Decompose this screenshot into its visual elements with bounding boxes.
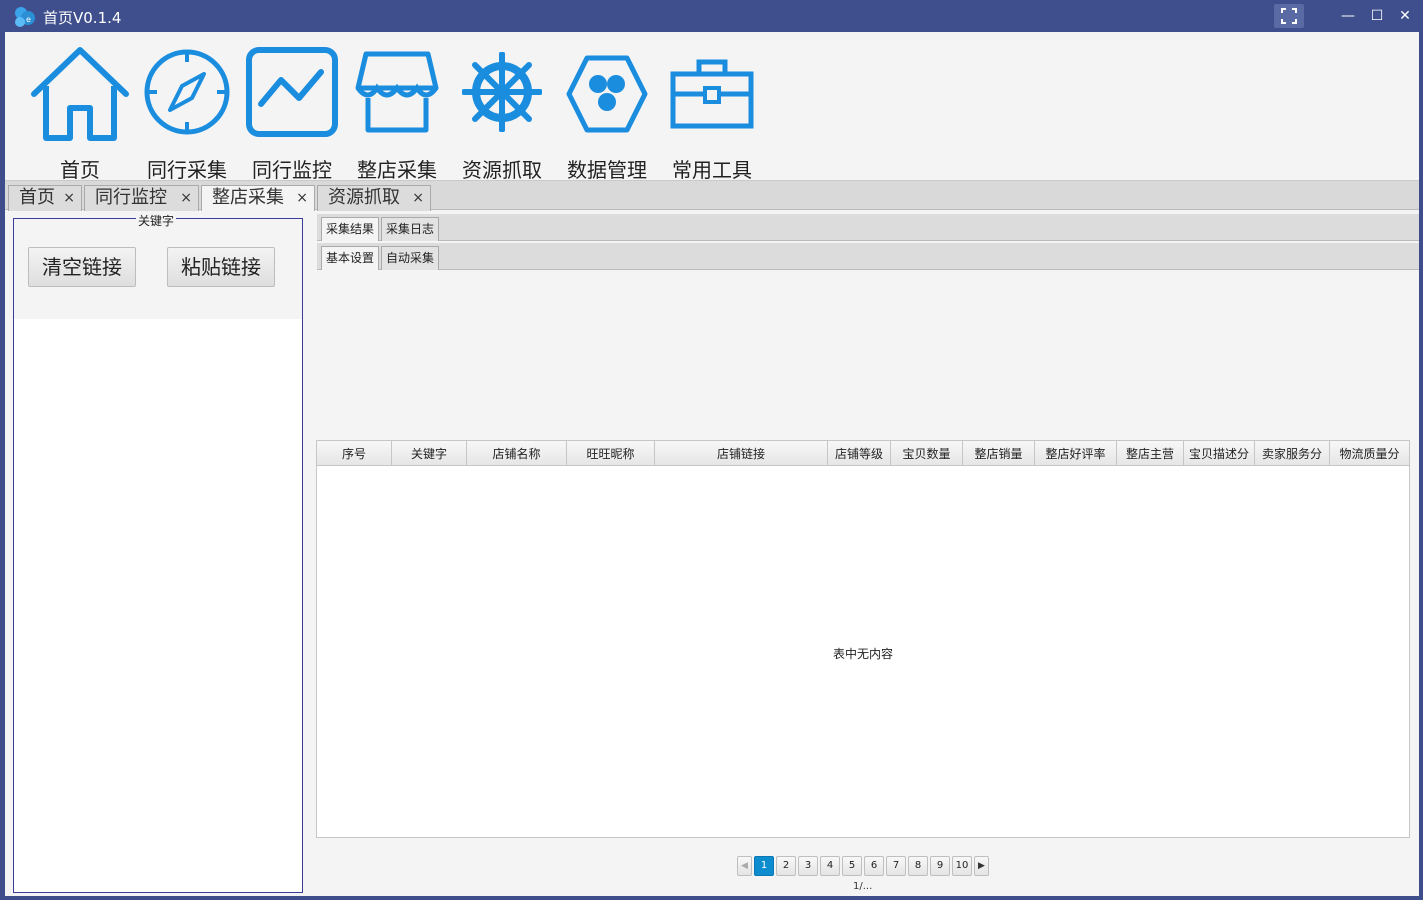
- tab-close-icon[interactable]: ×: [296, 186, 308, 210]
- toolbar-item-peer-monitor[interactable]: 同行监控: [240, 46, 344, 182]
- toolbar-item-shop-collect[interactable]: 整店采集: [345, 46, 449, 182]
- result-tab-bar: 采集结果 采集日志: [317, 214, 1419, 241]
- home-icon: [31, 47, 129, 141]
- tab-close-icon[interactable]: ×: [180, 186, 192, 210]
- page-button-8[interactable]: 8: [908, 856, 928, 876]
- prev-page-button[interactable]: ◀: [737, 856, 752, 876]
- tab-home[interactable]: 首页 ×: [8, 185, 82, 211]
- tab-basic-settings[interactable]: 基本设置: [321, 246, 380, 270]
- page-button-9[interactable]: 9: [930, 856, 950, 876]
- toolbar-item-label: 同行采集: [147, 158, 227, 182]
- toolbox-icon: [670, 59, 754, 129]
- svg-text:e: e: [26, 15, 31, 24]
- toolbar-item-label: 首页: [60, 158, 100, 182]
- chart-monitor-icon: [246, 47, 338, 137]
- column-header[interactable]: 店铺链接: [655, 441, 828, 465]
- page-button-10[interactable]: 10: [952, 856, 972, 876]
- tab-label: 同行监控: [95, 187, 167, 208]
- toolbar-item-home[interactable]: 首页: [28, 46, 132, 182]
- column-header[interactable]: 关键字: [392, 441, 467, 465]
- clear-links-button[interactable]: 清空链接: [28, 247, 136, 287]
- page-button-3[interactable]: 3: [798, 856, 818, 876]
- toolbar-item-label: 常用工具: [672, 158, 752, 182]
- page-button-7[interactable]: 7: [886, 856, 906, 876]
- tab-collect-log[interactable]: 采集日志: [381, 217, 440, 241]
- tab-label: 整店采集: [212, 187, 284, 208]
- app-logo-icon: e: [15, 7, 35, 27]
- toolbar-item-common-tools[interactable]: 常用工具: [660, 46, 764, 182]
- keyword-button-area: 清空链接 粘贴链接: [14, 219, 302, 319]
- keyword-panel: 清空链接 粘贴链接 关键字: [13, 212, 303, 893]
- title-bar: e 首页V0.1.4 — ☐ ✕: [0, 0, 1423, 32]
- page-button-5[interactable]: 5: [842, 856, 862, 876]
- tab-shop-collect[interactable]: 整店采集 ×: [201, 185, 315, 211]
- toolbar-item-label: 同行监控: [252, 158, 332, 182]
- tab-label: 资源抓取: [328, 187, 400, 208]
- close-button[interactable]: ✕: [1393, 4, 1417, 28]
- column-header[interactable]: 宝贝数量: [891, 441, 963, 465]
- minimize-button[interactable]: —: [1336, 4, 1360, 28]
- shop-icon: [355, 51, 439, 133]
- keyword-legend: 关键字: [136, 212, 177, 229]
- toolbar-item-label: 资源抓取: [462, 158, 542, 182]
- page-info: 1/...: [853, 881, 873, 892]
- column-header[interactable]: 店铺名称: [467, 441, 567, 465]
- toolbar-item-resource-grab[interactable]: 资源抓取: [450, 46, 554, 182]
- page-button-2[interactable]: 2: [776, 856, 796, 876]
- table-header: 序号 关键字 店铺名称 旺旺昵称 店铺链接 店铺等级 宝贝数量 整店销量 整店好…: [317, 441, 1409, 466]
- toolbar-item-data-manage[interactable]: 数据管理: [555, 46, 659, 182]
- tab-resource-grab[interactable]: 资源抓取 ×: [317, 185, 431, 211]
- column-header[interactable]: 序号: [317, 441, 392, 465]
- settings-tab-bar: 基本设置 自动采集: [317, 243, 1419, 270]
- ship-wheel-icon: [462, 52, 542, 132]
- compass-icon: [144, 49, 230, 135]
- maximize-button[interactable]: ☐: [1365, 4, 1389, 28]
- next-page-button[interactable]: ▶: [974, 856, 989, 876]
- toolbar-item-label: 数据管理: [567, 158, 647, 182]
- page-button-4[interactable]: 4: [820, 856, 840, 876]
- empty-table-message: 表中无内容: [832, 647, 893, 661]
- column-header[interactable]: 整店好评率: [1035, 441, 1117, 465]
- column-header[interactable]: 宝贝描述分: [1184, 441, 1255, 465]
- result-table: 序号 关键字 店铺名称 旺旺昵称 店铺链接 店铺等级 宝贝数量 整店销量 整店好…: [316, 440, 1410, 838]
- hexagon-icon: [566, 55, 648, 133]
- column-header[interactable]: 整店销量: [963, 441, 1035, 465]
- tab-close-icon[interactable]: ×: [412, 186, 424, 210]
- column-header[interactable]: 物流质量分: [1330, 441, 1409, 465]
- fullscreen-icon: [1281, 8, 1297, 24]
- window-title: 首页V0.1.4: [43, 9, 122, 27]
- toolbar-item-peer-collect[interactable]: 同行采集: [135, 46, 239, 182]
- page-button-1[interactable]: 1: [754, 856, 774, 876]
- column-header[interactable]: 整店主营: [1117, 441, 1184, 465]
- tab-close-icon[interactable]: ×: [63, 186, 75, 210]
- tab-auto-collect[interactable]: 自动采集: [381, 246, 440, 270]
- main-toolbar: 首页 同行采集 同行监控 整店采集 资源抓取 数据管理 常用工具: [5, 32, 1419, 182]
- fullscreen-button[interactable]: [1274, 4, 1304, 28]
- main-tab-bar: 首页 × 同行监控 × 整店采集 × 资源抓取 ×: [5, 180, 1419, 211]
- column-header[interactable]: 卖家服务分: [1255, 441, 1330, 465]
- tab-collect-result[interactable]: 采集结果: [321, 217, 380, 241]
- tab-peer-monitor[interactable]: 同行监控 ×: [84, 185, 199, 211]
- column-header[interactable]: 店铺等级: [828, 441, 891, 465]
- column-header[interactable]: 旺旺昵称: [567, 441, 655, 465]
- tab-label: 首页: [19, 187, 55, 208]
- toolbar-item-label: 整店采集: [357, 158, 437, 182]
- paste-links-button[interactable]: 粘贴链接: [167, 247, 275, 287]
- page-button-6[interactable]: 6: [864, 856, 884, 876]
- main-window: 首页 同行采集 同行监控 整店采集 资源抓取 数据管理 常用工具 首页 × 同行…: [5, 32, 1419, 896]
